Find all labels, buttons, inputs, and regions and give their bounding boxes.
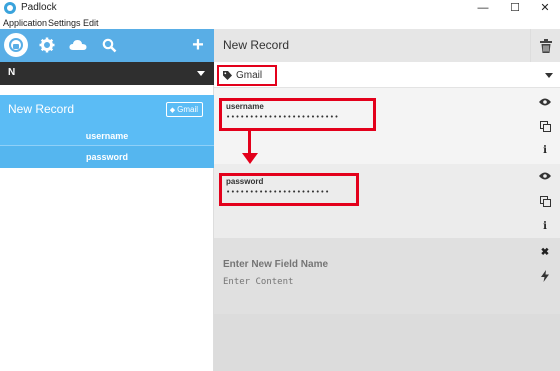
maximize-button[interactable]: ☐ (502, 0, 528, 17)
delete-record-button[interactable] (530, 29, 560, 62)
annotation-arrow-line (248, 131, 251, 154)
search-icon[interactable] (97, 33, 121, 57)
field-actions: i (530, 164, 560, 238)
eye-icon (539, 98, 551, 106)
record-tag-badge: ◆ Gmail (165, 102, 203, 117)
field-value: •••••••••••••••••••••• (226, 188, 330, 196)
tag-label: Gmail (236, 70, 263, 81)
field-value: •••••••••••••••••••••••• (226, 113, 340, 121)
plus-icon[interactable]: + (186, 33, 210, 57)
annotation-arrow-head (242, 153, 258, 164)
lock-icon[interactable] (4, 33, 28, 57)
field-actions: i (530, 88, 560, 164)
cloud-icon[interactable] (66, 33, 90, 57)
record-tag-label: Gmail (177, 105, 198, 114)
menu-edit[interactable]: Edit (83, 17, 99, 29)
show-value-button[interactable] (530, 90, 560, 114)
field-password: password •••••••••••••••••••••• i (214, 164, 560, 238)
record-title[interactable]: New Record (223, 38, 289, 52)
empty-area (214, 314, 560, 371)
tag-icon (223, 71, 232, 80)
list-item[interactable]: New Record ◆ Gmail (0, 95, 214, 125)
generate-value-button[interactable] (530, 264, 560, 288)
copy-value-button[interactable] (530, 189, 560, 213)
padlock-app-icon (4, 2, 16, 14)
new-field-section: ✖ (214, 238, 560, 314)
menu-settings[interactable]: Settings (48, 17, 81, 29)
window-title: Padlock (21, 2, 57, 13)
tag-row: Gmail (214, 62, 560, 88)
copy-icon (539, 195, 551, 207)
new-field-name-input[interactable] (223, 259, 423, 270)
record-name: New Record (8, 102, 75, 116)
left-toolbar: + (0, 29, 214, 62)
chevron-down-icon[interactable] (545, 73, 553, 78)
record-list: New Record ◆ Gmail username password (0, 85, 214, 371)
filter-value: N (8, 67, 16, 78)
eye-icon (539, 172, 551, 180)
field-name: username (226, 102, 264, 111)
field-password-box[interactable]: password •••••••••••••••••••••• (219, 173, 359, 206)
menu-bar: Application Settings Edit (0, 17, 560, 29)
field-username-box[interactable]: username •••••••••••••••••••••••• (219, 98, 376, 131)
tag-selector[interactable]: Gmail (217, 65, 277, 86)
field-username: username •••••••••••••••••••••••• i (214, 88, 560, 164)
field-name: password (226, 177, 264, 186)
record-field-password[interactable]: password (0, 145, 214, 168)
copy-icon (539, 120, 551, 132)
info-icon[interactable]: i (530, 138, 560, 162)
title-bar: Padlock — ☐ ✕ (0, 0, 560, 17)
chevron-down-icon (197, 71, 205, 76)
new-field-content-input[interactable] (223, 277, 423, 287)
tag-icon: ◆ (169, 107, 178, 114)
filter-bar[interactable]: N (0, 62, 214, 85)
minimize-button[interactable]: — (470, 0, 496, 17)
info-icon[interactable]: i (530, 214, 560, 238)
discard-icon[interactable]: ✖ (530, 240, 560, 264)
show-value-button[interactable] (530, 164, 560, 188)
menu-application[interactable]: Application (3, 17, 47, 29)
new-field-actions: ✖ (530, 238, 560, 314)
copy-value-button[interactable] (530, 114, 560, 138)
close-button[interactable]: ✕ (532, 0, 558, 17)
record-header: New Record (214, 29, 560, 62)
lightning-icon (541, 270, 549, 282)
trash-icon (539, 38, 552, 53)
gear-icon[interactable] (35, 33, 59, 57)
